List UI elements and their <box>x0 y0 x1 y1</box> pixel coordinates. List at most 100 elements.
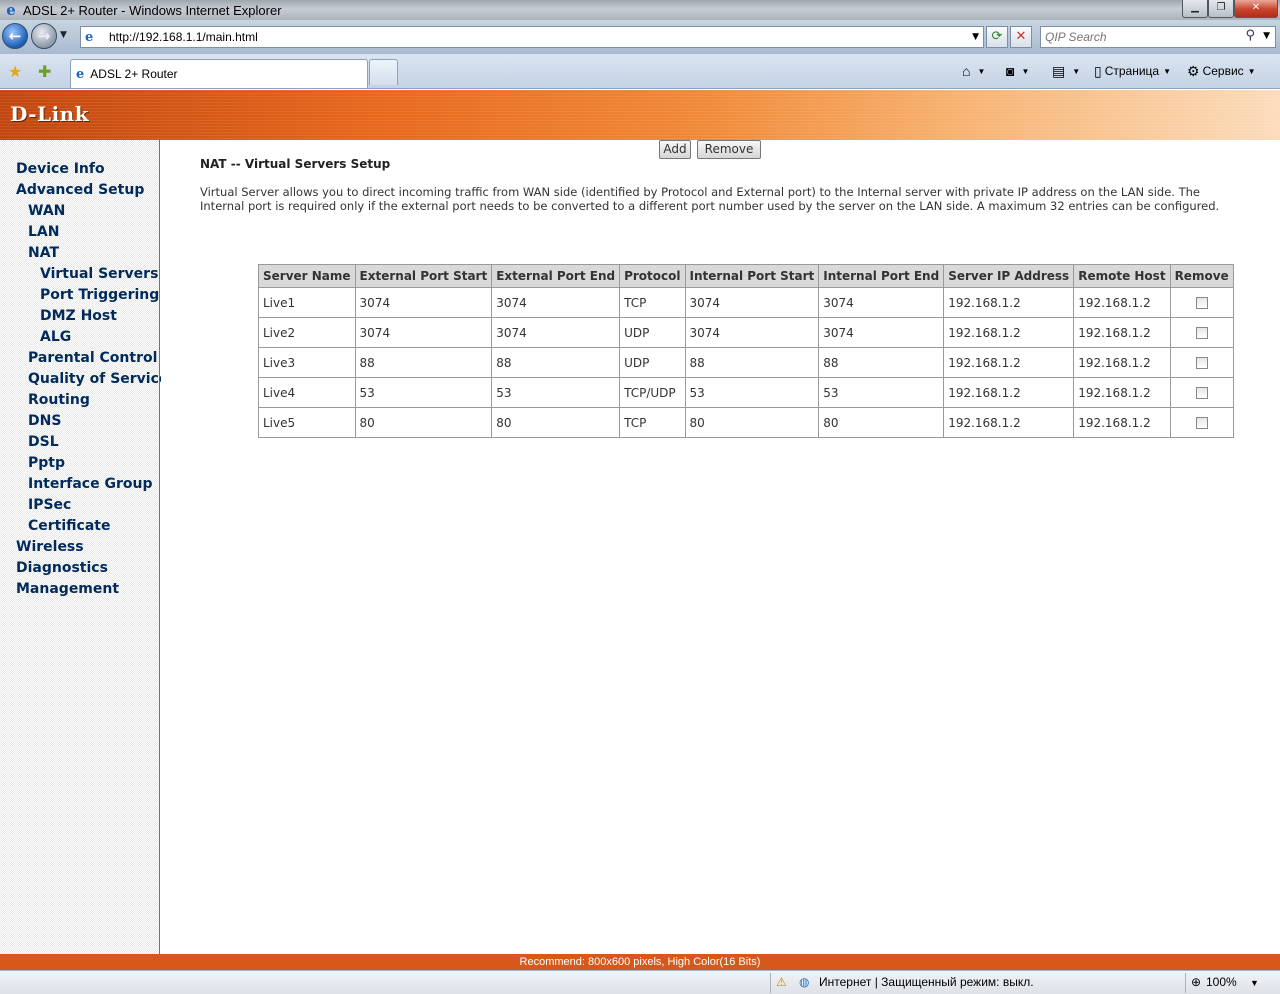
remove-cell <box>1169 317 1234 348</box>
history-dropdown-icon[interactable]: ▼ <box>60 30 67 40</box>
sidebar-item-dmz-host[interactable]: DMZ Host <box>0 306 159 327</box>
search-icon[interactable]: ⚲ <box>1245 28 1255 43</box>
favorites-star-icon[interactable]: ★ <box>8 62 22 81</box>
table-cell: TCP <box>619 287 686 318</box>
globe-icon: ◍ <box>799 975 810 989</box>
sidebar-item-diagnostics[interactable]: Diagnostics <box>0 558 159 579</box>
table-cell: Live2 <box>258 317 356 348</box>
sidebar-item-wireless[interactable]: Wireless <box>0 537 159 558</box>
stop-button[interactable]: ✕ <box>1010 26 1032 48</box>
new-tab-button[interactable] <box>369 59 398 85</box>
chevron-down-icon: ▼ <box>977 66 986 76</box>
table-cell: 192.168.1.2 <box>1073 377 1171 408</box>
sidebar-item-advanced-setup[interactable]: Advanced Setup <box>0 180 159 201</box>
remove-cell <box>1169 347 1234 378</box>
close-window-button[interactable]: ✕ <box>1234 0 1278 18</box>
security-zone: Интернет | Защищенный режим: выкл. <box>819 975 1034 989</box>
sidebar-item-dns[interactable]: DNS <box>0 411 159 432</box>
sidebar-item-lan[interactable]: LAN <box>0 222 159 243</box>
sidebar-item-dsl[interactable]: DSL <box>0 432 159 453</box>
chevron-down-icon: ▼ <box>1247 66 1256 76</box>
page-menu-button[interactable]: ▯ Страница ▼ <box>1094 62 1171 80</box>
table-cell: TCP <box>619 407 686 438</box>
sidebar-item-nat[interactable]: NAT <box>0 243 159 264</box>
table-cell: 53 <box>354 377 493 408</box>
table-cell: UDP <box>619 347 686 378</box>
print-button[interactable]: ▤ ▼ <box>1052 62 1080 80</box>
table-cell: 3074 <box>354 317 493 348</box>
column-header: Internal Port End <box>818 264 945 288</box>
zoom-level[interactable]: 100% <box>1206 975 1237 989</box>
remove-checkbox[interactable] <box>1195 387 1208 399</box>
table-cell: 3074 <box>684 317 820 348</box>
sidebar-item-port-triggering[interactable]: Port Triggering <box>0 285 159 306</box>
sidebar-item-pptp[interactable]: Pptp <box>0 453 159 474</box>
sidebar-item-interface-group[interactable]: Interface Group <box>0 474 159 495</box>
table-cell: 3074 <box>354 287 493 318</box>
sidebar-item-virtual-servers[interactable]: Virtual Servers <box>0 264 159 285</box>
tools-menu-label: Сервис <box>1202 64 1244 78</box>
table-cell: 88 <box>684 347 820 378</box>
table-row: Live4 53 53 TCP/UDP 53 53 192.168.1.2 192.168.1… <box>258 377 1234 408</box>
home-button[interactable]: ⌂ ▼ <box>962 62 985 80</box>
ie-logo-icon: e <box>6 1 16 19</box>
tools-menu-button[interactable]: ⚙ Сервис ▼ <box>1187 62 1256 80</box>
table-cell: 192.168.1.2 <box>1073 287 1171 318</box>
remove-checkbox[interactable] <box>1195 417 1208 429</box>
zoom-icon[interactable]: ⊕ <box>1191 975 1201 989</box>
search-box[interactable]: ⚲ ▼ <box>1040 26 1276 48</box>
back-button[interactable]: ← <box>2 23 28 49</box>
zoom-dropdown-icon[interactable]: ▼ <box>1250 978 1259 988</box>
table-cell: Live1 <box>258 287 356 318</box>
feeds-button[interactable]: ◙ ▼ <box>1006 62 1029 80</box>
sidebar-item-management[interactable]: Management <box>0 579 159 600</box>
window-titlebar: e ADSL 2+ Router - Windows Internet Expl… <box>0 0 1280 20</box>
dlink-logo: D-Link <box>10 102 90 126</box>
table-cell: 80 <box>684 407 820 438</box>
table-cell: 88 <box>818 347 945 378</box>
refresh-button[interactable]: ⟳ <box>986 26 1008 48</box>
address-bar[interactable]: e http://192.168.1.1/main.html ▼ <box>80 26 984 48</box>
remove-checkbox[interactable] <box>1195 297 1208 309</box>
sidebar-item-wan[interactable]: WAN <box>0 201 159 222</box>
page-title: NAT -- Virtual Servers Setup <box>200 157 391 171</box>
table-cell: 53 <box>491 377 621 408</box>
table-cell: 80 <box>818 407 945 438</box>
page-icon: e <box>76 66 85 82</box>
sidebar-item-parental-control[interactable]: Parental Control <box>0 348 159 369</box>
sidebar-item-ipsec[interactable]: IPSec <box>0 495 159 516</box>
table-cell: Live3 <box>258 347 356 378</box>
table-cell: 192.168.1.2 <box>943 347 1075 378</box>
search-dropdown-icon[interactable]: ▼ <box>1263 31 1270 41</box>
table-cell: 3074 <box>684 287 820 318</box>
remove-checkbox[interactable] <box>1195 357 1208 369</box>
add-button[interactable]: Add <box>659 140 691 159</box>
sidebar-item-quality-of-service[interactable]: Quality of Service <box>0 369 168 390</box>
forward-button[interactable]: → <box>31 23 57 49</box>
minimize-button[interactable]: ▁ <box>1182 0 1208 18</box>
page-icon: ▯ <box>1094 62 1102 79</box>
tab-label: ADSL 2+ Router <box>90 67 178 81</box>
table-cell: 192.168.1.2 <box>1073 347 1171 378</box>
address-dropdown-icon[interactable]: ▼ <box>972 32 979 42</box>
sidebar-item-device-info[interactable]: Device Info <box>0 159 159 180</box>
window-title: ADSL 2+ Router - Windows Internet Explor… <box>23 2 282 18</box>
table-cell: UDP <box>619 317 686 348</box>
sidebar-item-routing[interactable]: Routing <box>0 390 159 411</box>
remove-button[interactable]: Remove <box>697 140 761 159</box>
search-input[interactable] <box>1045 27 1245 47</box>
table-row: Live1 3074 3074 TCP 3074 3074 192.168.1.2 192.1… <box>258 287 1234 318</box>
address-url[interactable]: http://192.168.1.1/main.html <box>109 30 258 44</box>
table-cell: 3074 <box>818 317 945 348</box>
remove-checkbox[interactable] <box>1195 327 1208 339</box>
column-header: External Port Start <box>354 264 493 288</box>
remove-cell <box>1169 377 1234 408</box>
page-description: Virtual Server allows you to direct inco… <box>200 185 1220 213</box>
table-cell: 3074 <box>818 287 945 318</box>
add-favorites-icon[interactable]: ✚ <box>38 62 51 81</box>
sidebar-item-alg[interactable]: ALG <box>0 327 159 348</box>
maximize-button[interactable]: ❐ <box>1208 0 1234 18</box>
sidebar-item-certificate[interactable]: Certificate <box>0 516 159 537</box>
tab-adsl-router[interactable]: e ADSL 2+ Router <box>70 59 368 88</box>
table-row: Live5 80 80 TCP 80 80 192.168.1.2 192.168.1.2 <box>258 407 1234 438</box>
